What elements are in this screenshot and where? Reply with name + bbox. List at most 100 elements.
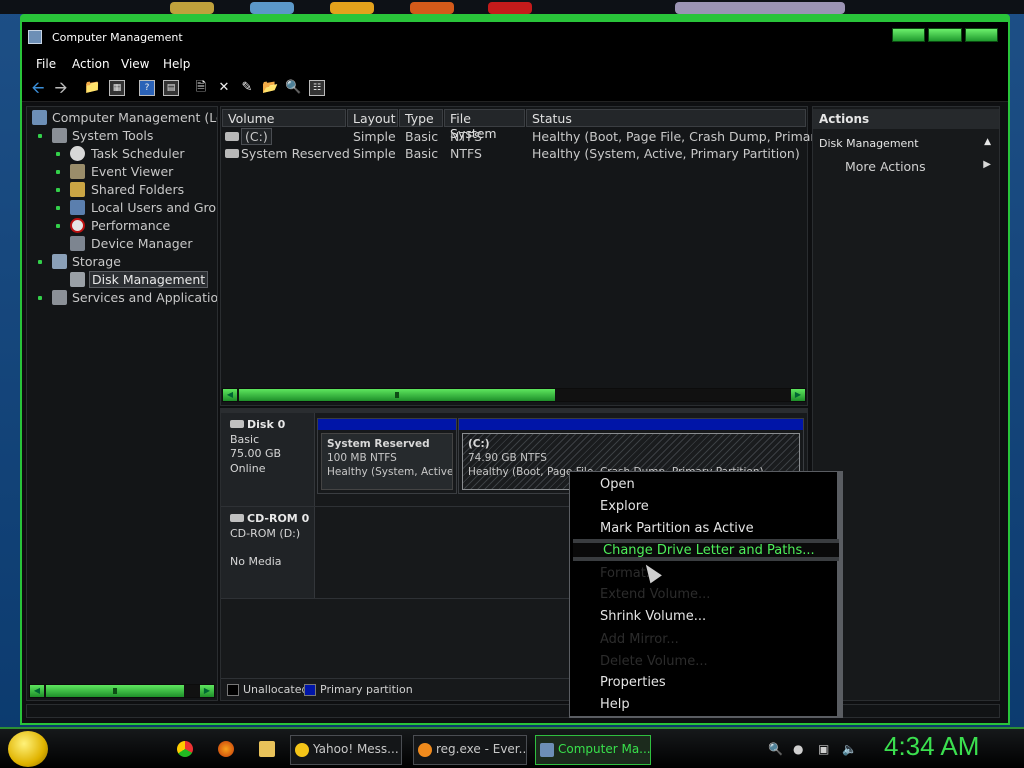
expand-bullet-icon[interactable] bbox=[38, 260, 42, 264]
settings-icon[interactable]: ✎ bbox=[239, 80, 255, 96]
drive-icon bbox=[225, 132, 239, 141]
column-header-volume[interactable]: Volume bbox=[222, 109, 346, 127]
desktop-shortcut-icon[interactable] bbox=[410, 2, 454, 14]
volume-tray-icon[interactable]: 🔈 bbox=[842, 742, 857, 756]
menu-view[interactable]: View bbox=[121, 57, 149, 71]
desktop-shortcut-icon[interactable] bbox=[250, 2, 294, 14]
help-icon[interactable]: ? bbox=[139, 80, 155, 96]
expand-bullet-icon[interactable] bbox=[38, 134, 42, 138]
cdrom-info: CD-ROM 0 CD-ROM (D:) No Media bbox=[221, 507, 315, 598]
legend-primary: Primary partition bbox=[320, 683, 413, 696]
menu-item-open[interactable]: Open bbox=[570, 475, 837, 497]
column-header-status[interactable]: Status bbox=[526, 109, 806, 127]
search-tray-icon[interactable]: 🔍 bbox=[768, 742, 783, 756]
unallocated-swatch bbox=[227, 684, 239, 696]
clock[interactable]: 4:34 AM bbox=[884, 731, 979, 762]
up-folder-icon[interactable]: 📁 bbox=[84, 80, 100, 96]
table-row[interactable]: (C:) Simple Basic NTFS Healthy (Boot, Pa… bbox=[221, 128, 823, 145]
network-tray-icon[interactable]: ▣ bbox=[818, 742, 829, 756]
firefox-icon[interactable] bbox=[218, 741, 234, 757]
menu-item-format: Format... bbox=[600, 566, 659, 581]
menu-file[interactable]: File bbox=[36, 57, 56, 71]
menu-item-extend: Extend Volume... bbox=[600, 587, 711, 602]
title-bar[interactable]: Computer Management bbox=[22, 22, 1008, 54]
performance-icon bbox=[70, 218, 85, 233]
maximize-button[interactable] bbox=[928, 28, 962, 42]
partition-info: System Reserved 100 MB NTFS Healthy (Sys… bbox=[321, 433, 453, 490]
menu-item-properties[interactable]: Properties bbox=[570, 673, 837, 695]
partition-system-reserved[interactable]: System Reserved 100 MB NTFS Healthy (Sys… bbox=[317, 418, 457, 494]
menu-item-shrink[interactable]: Shrink Volume... bbox=[570, 607, 837, 629]
messenger-tray-icon[interactable]: ● bbox=[793, 742, 803, 756]
show-hide-tree-icon[interactable]: ▦ bbox=[109, 80, 125, 96]
menu-action[interactable]: Action bbox=[72, 57, 110, 71]
table-row[interactable]: System Reserved Simple Basic NTFS Health… bbox=[221, 146, 807, 162]
expand-bullet-icon[interactable] bbox=[38, 296, 42, 300]
search-icon[interactable]: 🔍 bbox=[285, 80, 301, 96]
scroll-right-icon[interactable]: ▶ bbox=[791, 389, 805, 401]
taskbar-item-label: Yahoo! Mess... bbox=[313, 742, 399, 756]
more-actions[interactable]: More Actions bbox=[845, 159, 926, 174]
submenu-arrow-icon[interactable]: ▶ bbox=[983, 159, 991, 170]
menu-item-explore[interactable]: Explore bbox=[570, 497, 837, 519]
search-everything-icon bbox=[418, 743, 432, 757]
cdrom-name-label: CD-ROM 0 bbox=[247, 512, 310, 525]
scroll-right-icon[interactable]: ▶ bbox=[200, 685, 214, 697]
shared-folder-icon bbox=[70, 182, 85, 197]
disk-type: Basic bbox=[230, 432, 260, 446]
properties-icon[interactable]: 🗎 bbox=[193, 80, 209, 96]
minimize-button[interactable] bbox=[892, 28, 926, 42]
desktop-shortcut-icon[interactable] bbox=[330, 2, 374, 14]
scroll-left-icon[interactable]: ◀ bbox=[223, 389, 237, 401]
expand-bullet-icon[interactable] bbox=[56, 188, 60, 192]
cell-type: Basic bbox=[405, 129, 439, 144]
scroll-grip bbox=[395, 392, 399, 398]
delete-icon[interactable]: ✕ bbox=[216, 80, 232, 96]
desktop-shortcut-icon[interactable] bbox=[170, 2, 214, 14]
expand-bullet-icon[interactable] bbox=[56, 206, 60, 210]
export-icon[interactable]: ☷ bbox=[309, 80, 325, 96]
scroll-left-icon[interactable]: ◀ bbox=[30, 685, 44, 697]
yahoo-messenger-icon bbox=[295, 743, 309, 757]
tree-item-label: Task Scheduler bbox=[91, 146, 185, 161]
disk-management-icon bbox=[70, 272, 85, 287]
tree-item-label: Services and Application bbox=[72, 290, 218, 305]
storage-icon bbox=[52, 254, 67, 269]
menu-bar: File Action View Help bbox=[22, 54, 1008, 74]
desktop-shortcut-icon[interactable] bbox=[488, 2, 532, 14]
expand-bullet-icon[interactable] bbox=[56, 152, 60, 156]
start-button[interactable] bbox=[8, 731, 48, 767]
chrome-icon[interactable] bbox=[177, 741, 193, 757]
column-header-file-system[interactable]: File System bbox=[444, 109, 525, 141]
forward-icon[interactable]: 🡪 bbox=[53, 80, 69, 96]
open-icon[interactable]: 📂 bbox=[262, 80, 278, 96]
menu-item-help[interactable]: Help bbox=[570, 695, 837, 717]
column-header-type[interactable]: Type bbox=[399, 109, 443, 127]
taskbar-item-reg-exe[interactable]: reg.exe - Ever... bbox=[413, 735, 527, 765]
volume-horizontal-scrollbar[interactable]: ◀ ▶ bbox=[222, 388, 806, 402]
taskbar-item-computer-management[interactable]: Computer Ma... bbox=[535, 735, 651, 765]
console-icon[interactable]: ▤ bbox=[163, 80, 179, 96]
expand-bullet-icon[interactable] bbox=[56, 224, 60, 228]
file-explorer-icon[interactable] bbox=[259, 741, 275, 757]
primary-partition-bar bbox=[318, 419, 456, 430]
legend-unallocated: Unallocated bbox=[243, 683, 309, 696]
event-viewer-icon bbox=[70, 164, 85, 179]
collapse-up-icon[interactable]: ▲ bbox=[984, 137, 991, 147]
menu-item-change-drive-letter[interactable]: Change Drive Letter and Paths... bbox=[573, 539, 839, 561]
tree-item-label: System Tools bbox=[72, 128, 154, 143]
cell-volume: (C:) bbox=[241, 128, 272, 145]
expand-bullet-icon[interactable] bbox=[56, 170, 60, 174]
menu-help[interactable]: Help bbox=[163, 57, 190, 71]
cell-layout: Simple bbox=[353, 146, 396, 161]
taskbar-item-yahoo-messenger[interactable]: Yahoo! Mess... bbox=[290, 735, 402, 765]
background-window-tab[interactable] bbox=[675, 2, 845, 14]
back-icon[interactable]: 🡨 bbox=[30, 80, 46, 96]
tree-horizontal-scrollbar[interactable]: ◀ ▶ bbox=[29, 684, 215, 698]
actions-section-disk-management[interactable]: Disk Management ▲ bbox=[813, 133, 999, 153]
scroll-grip bbox=[113, 688, 117, 694]
close-button[interactable] bbox=[964, 28, 998, 42]
cdrom-media: No Media bbox=[230, 555, 282, 568]
column-header-layout[interactable]: Layout bbox=[347, 109, 398, 127]
menu-item-mark-active[interactable]: Mark Partition as Active bbox=[570, 519, 837, 541]
